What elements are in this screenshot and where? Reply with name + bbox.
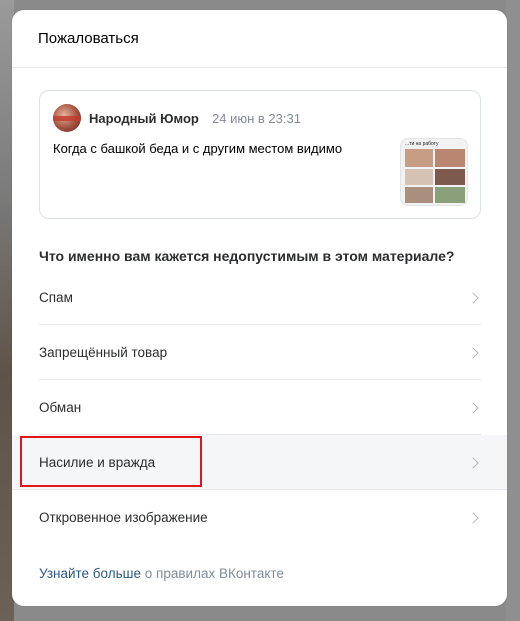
learn-more-link[interactable]: Узнайте больше — [39, 566, 141, 581]
option-explicit-image[interactable]: Откровенное изображение — [12, 490, 507, 545]
background-right-edge — [506, 0, 520, 621]
modal-header: Пожаловаться — [12, 10, 507, 68]
option-label: Спам — [39, 290, 73, 305]
report-modal: Пожаловаться Народный Юмор 24 июн в 23:3… — [12, 10, 507, 606]
chevron-right-icon — [467, 346, 479, 359]
chevron-right-icon — [467, 456, 479, 469]
chevron-right-icon — [467, 291, 479, 304]
post-preview-card[interactable]: Народный Юмор 24 июн в 23:31 Когда с баш… — [39, 90, 481, 219]
post-thumbnail[interactable]: ...ти на работу — [400, 138, 468, 206]
report-question: Что именно вам кажется недопустимым в эт… — [39, 248, 455, 264]
option-label: Откровенное изображение — [39, 510, 208, 525]
thumbnail-caption: ...ти на работу — [405, 141, 439, 147]
option-spam[interactable]: Спам — [12, 270, 507, 325]
report-options-list: Спам Запрещённый товар Обман Насилие и в… — [12, 270, 507, 545]
chevron-right-icon — [467, 511, 479, 524]
author-avatar[interactable] — [53, 104, 81, 132]
post-date[interactable]: 24 июн в 23:31 — [212, 111, 301, 126]
footer-text: о правилах ВКонтакте — [144, 566, 284, 581]
highlight-annotation — [20, 436, 202, 487]
option-fraud[interactable]: Обман — [12, 380, 507, 435]
post-text: Когда с башкой беда и с другим местом ви… — [53, 141, 343, 156]
modal-title: Пожаловаться — [38, 30, 139, 47]
post-author[interactable]: Народный Юмор — [89, 111, 199, 126]
chevron-right-icon — [467, 401, 479, 414]
option-label: Запрещённый товар — [39, 345, 168, 360]
option-label: Обман — [39, 400, 82, 415]
option-prohibited-goods[interactable]: Запрещённый товар — [12, 325, 507, 380]
rules-footer: Узнайте больше о правилах ВКонтакте — [39, 566, 284, 581]
